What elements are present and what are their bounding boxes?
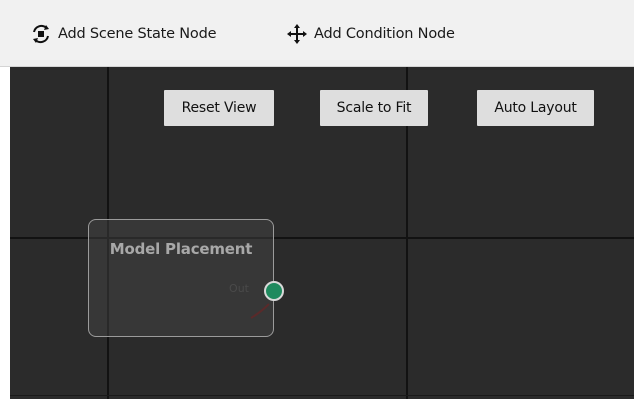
output-port[interactable] bbox=[264, 281, 284, 301]
add-scene-state-node-button[interactable]: Add Scene State Node bbox=[30, 22, 217, 46]
port-wire bbox=[250, 303, 270, 319]
toolbar: Add Scene State Node Add Condition Node bbox=[0, 0, 634, 67]
output-port-label: Out bbox=[229, 282, 249, 295]
add-condition-node-label: Add Condition Node bbox=[314, 26, 455, 42]
node-title: Model Placement bbox=[109, 240, 253, 258]
scale-to-fit-button[interactable]: Scale to Fit bbox=[320, 90, 428, 126]
auto-layout-button[interactable]: Auto Layout bbox=[477, 90, 594, 126]
move-arrows-icon bbox=[286, 23, 308, 45]
add-condition-node-button[interactable]: Add Condition Node bbox=[286, 22, 455, 46]
reset-view-button[interactable]: Reset View bbox=[164, 90, 274, 126]
add-scene-state-node-label: Add Scene State Node bbox=[58, 26, 217, 42]
scene-state-icon bbox=[30, 23, 52, 45]
model-placement-node[interactable]: Model Placement Out bbox=[88, 219, 284, 337]
grid-line bbox=[10, 395, 634, 396]
node-graph-canvas[interactable]: Reset View Scale to Fit Auto Layout Mode… bbox=[10, 67, 634, 399]
